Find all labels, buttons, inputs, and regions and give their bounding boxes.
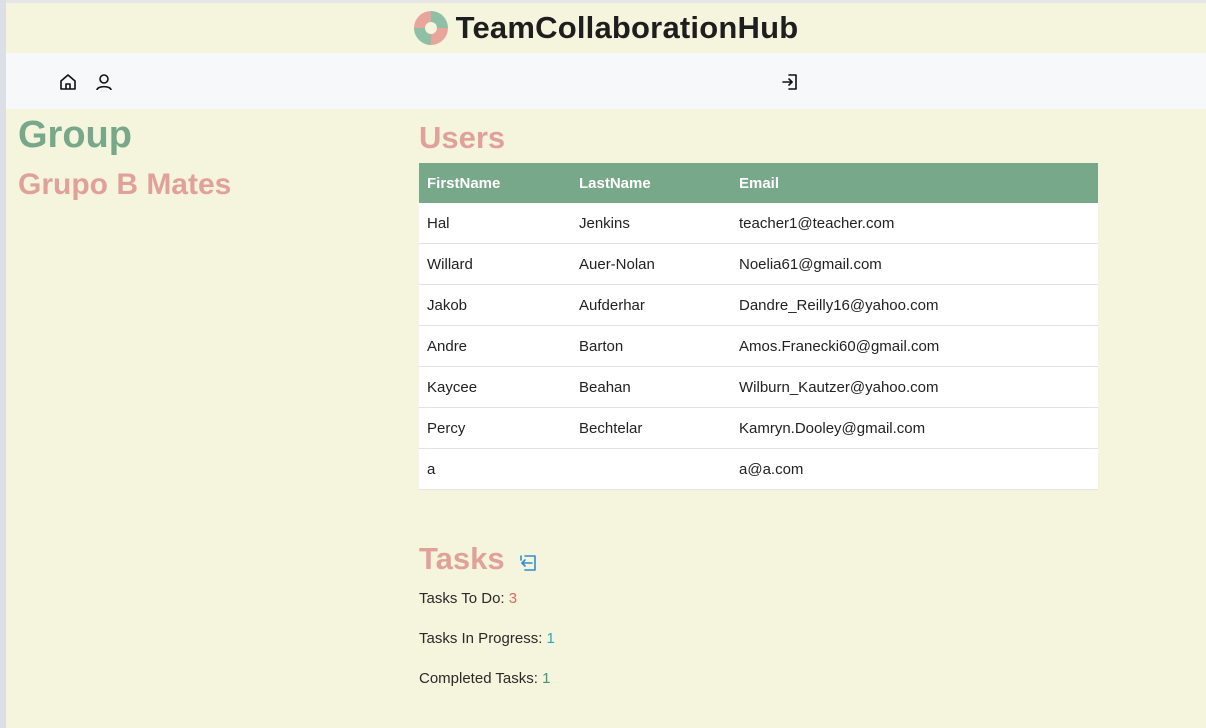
window-left-edge: [0, 0, 6, 728]
app-logo: [413, 11, 448, 45]
users-table: FirstName LastName Email Hal Jenkins tea…: [419, 163, 1098, 490]
cell-firstname: Andre: [419, 325, 571, 367]
cell-firstname: Percy: [419, 407, 571, 449]
cell-lastname: Bechtelar: [571, 407, 731, 449]
app-title: TeamCollaborationHub: [455, 10, 799, 45]
cell-email: Amos.Franecki60@gmail.com: [731, 325, 1098, 367]
tasks-completed-count: 1: [542, 670, 551, 687]
tasks-completed-label: Completed Tasks:: [419, 670, 543, 687]
tasks-todo-stat: Tasks To Do: 3: [419, 590, 517, 607]
table-header-row: FirstName LastName Email: [419, 163, 1098, 203]
cell-email: teacher1@teacher.com: [731, 203, 1098, 244]
app-header: TeamCollaborationHub: [6, 3, 1206, 53]
table-row: Kaycee Beahan Wilburn_Kautzer@yahoo.com: [419, 366, 1098, 408]
table-row: Andre Barton Amos.Franecki60@gmail.com: [419, 325, 1098, 367]
cell-firstname: Kaycee: [419, 366, 571, 408]
tasks-todo-label: Tasks To Do:: [419, 590, 509, 607]
home-icon[interactable]: [58, 72, 78, 92]
table-row: Jakob Aufderhar Dandre_Reilly16@yahoo.co…: [419, 284, 1098, 326]
tasks-in-progress-stat: Tasks In Progress: 1: [419, 630, 555, 647]
cell-firstname: Willard: [419, 243, 571, 285]
cell-email: a@a.com: [731, 448, 1098, 490]
cell-lastname: Auer-Nolan: [571, 243, 731, 285]
cell-lastname: Jenkins: [571, 203, 731, 244]
tasks-header: Tasks: [419, 541, 539, 577]
cell-lastname: Beahan: [571, 366, 731, 408]
table-row: Hal Jenkins teacher1@teacher.com: [419, 203, 1098, 244]
cell-lastname: Aufderhar: [571, 284, 731, 326]
tasks-completed-stat: Completed Tasks: 1: [419, 670, 550, 687]
cell-email: Kamryn.Dooley@gmail.com: [731, 407, 1098, 449]
cell-firstname: Jakob: [419, 284, 571, 326]
tasks-todo-count: 3: [508, 590, 518, 607]
navbar: [6, 53, 1206, 109]
cell-firstname: a: [419, 448, 571, 490]
tasks-heading: Tasks: [419, 541, 505, 576]
cell-email: Noelia61@gmail.com: [731, 243, 1098, 285]
cell-lastname: Barton: [571, 325, 731, 367]
table-row: a a@a.com: [419, 448, 1098, 490]
tasks-in-progress-count: 1: [546, 630, 555, 647]
open-tasks-icon[interactable]: [517, 552, 539, 574]
user-icon[interactable]: [94, 72, 114, 92]
table-row: Willard Auer-Nolan Noelia61@gmail.com: [419, 243, 1098, 285]
cell-email: Wilburn_Kautzer@yahoo.com: [731, 366, 1098, 408]
group-heading: Group: [18, 114, 132, 156]
users-heading: Users: [419, 120, 506, 155]
login-icon[interactable]: [780, 72, 800, 92]
cell-firstname: Hal: [419, 203, 571, 244]
table-row: Percy Bechtelar Kamryn.Dooley@gmail.com: [419, 407, 1098, 449]
group-name: Grupo B Mates: [18, 168, 232, 201]
column-header-firstname: FirstName: [419, 163, 571, 203]
column-header-email: Email: [731, 163, 1098, 203]
tasks-in-progress-label: Tasks In Progress:: [419, 630, 547, 647]
cell-email: Dandre_Reilly16@yahoo.com: [731, 284, 1098, 326]
column-header-lastname: LastName: [571, 163, 731, 203]
cell-lastname: [571, 448, 731, 490]
